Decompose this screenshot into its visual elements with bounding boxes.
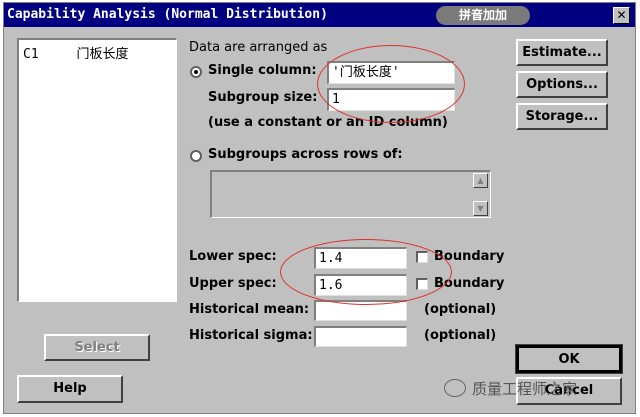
single-column-label: Single column: [208,63,317,78]
historical-mean-label: Historical mean: [189,302,310,317]
list-item[interactable]: C1 门板长度 [23,43,129,62]
subgroups-across-rows-radio[interactable] [190,150,202,162]
title-bar: Capability Analysis (Normal Distribution… [4,3,635,27]
capability-analysis-dialog: Capability Analysis (Normal Distribution… [3,2,636,414]
options-button[interactable]: Options... [516,71,608,98]
column-id: C1 [23,47,39,62]
dialog-title: Capability Analysis (Normal Distribution… [7,7,328,22]
column-name: 门板长度 [76,47,129,62]
annotation-ellipse-specs [280,239,452,305]
historical-sigma-label: Historical sigma: [189,328,313,343]
wechat-icon [444,379,466,397]
subgroups-rows-field[interactable]: ▲ ▼ [210,170,491,218]
watermark-text: 质量工程师之家 [472,380,578,398]
historical-sigma-optional: (optional) [424,328,497,343]
historical-sigma-field[interactable] [314,326,407,347]
data-arranged-heading: Data are arranged as [189,40,328,55]
subgroup-size-label: Subgroup size: [208,90,318,105]
historical-mean-optional: (optional) [424,302,497,317]
close-icon[interactable]: ✕ [613,7,630,24]
select-button[interactable]: Select [44,334,150,361]
estimate-button[interactable]: Estimate... [516,39,608,66]
scroll-down-icon[interactable]: ▼ [473,201,488,216]
ime-banner: 拼音加加 [436,6,530,25]
single-column-radio[interactable] [190,66,202,78]
variable-list[interactable]: C1 门板长度 [17,38,177,302]
subgroups-across-rows-label: Subgroups across rows of: [208,147,403,162]
upper-spec-label: Upper spec: [189,276,277,291]
scroll-up-icon[interactable]: ▲ [473,173,488,188]
lower-spec-label: Lower spec: [189,249,277,264]
annotation-ellipse-column [317,45,465,123]
storage-button[interactable]: Storage... [516,103,608,130]
ok-button[interactable]: OK [515,344,623,374]
help-button[interactable]: Help [17,375,123,403]
